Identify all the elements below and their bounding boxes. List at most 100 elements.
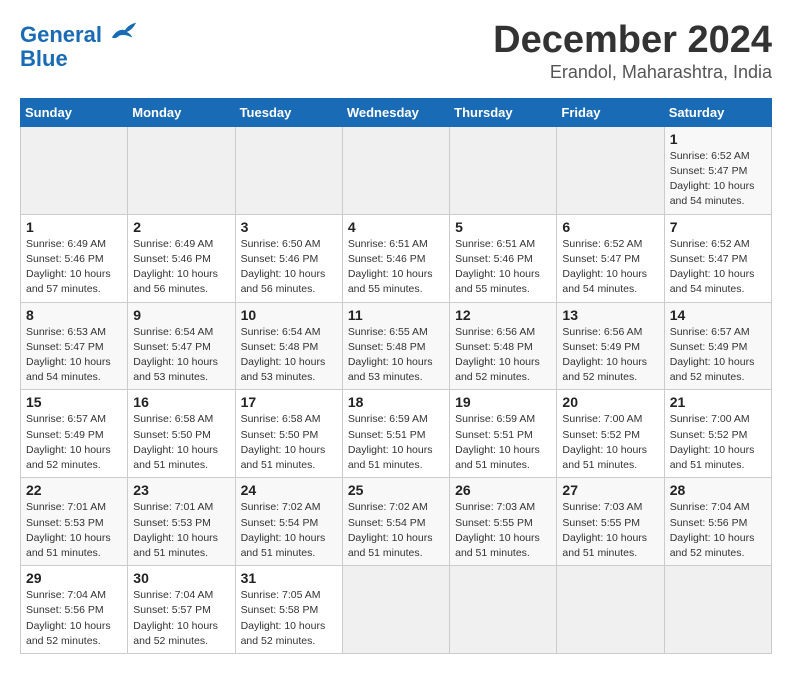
day-number: 30 (133, 570, 229, 586)
calendar-cell: 27Sunrise: 7:03 AMSunset: 5:55 PMDayligh… (557, 478, 664, 566)
day-number: 10 (241, 307, 337, 323)
day-header-monday: Monday (128, 98, 235, 126)
calendar-cell: 8Sunrise: 6:53 AMSunset: 5:47 PMDaylight… (21, 302, 128, 390)
calendar-cell: 25Sunrise: 7:02 AMSunset: 5:54 PMDayligh… (342, 478, 449, 566)
calendar-cell: 10Sunrise: 6:54 AMSunset: 5:48 PMDayligh… (235, 302, 342, 390)
calendar-cell (342, 126, 449, 214)
calendar-cell: 4Sunrise: 6:51 AMSunset: 5:46 PMDaylight… (342, 214, 449, 302)
day-number: 13 (562, 307, 658, 323)
calendar-header-row: SundayMondayTuesdayWednesdayThursdayFrid… (21, 98, 772, 126)
day-number: 11 (348, 307, 444, 323)
day-number: 29 (26, 570, 122, 586)
day-number: 1 (670, 131, 766, 147)
calendar-cell: 28 Sunrise: 7:04 AMSunset: 5:56 PMDayligh… (664, 478, 771, 566)
day-info: Sunrise: 7:00 AMSunset: 5:52 PMDaylight:… (670, 412, 766, 473)
calendar-cell: 14Sunrise: 6:57 AMSunset: 5:49 PMDayligh… (664, 302, 771, 390)
day-number: 28 (670, 482, 766, 498)
day-number: 8 (26, 307, 122, 323)
day-number: 15 (26, 394, 122, 410)
day-info: Sunrise: 6:51 AMSunset: 5:46 PMDaylight:… (348, 237, 444, 298)
calendar-cell: 22 Sunrise: 7:01 AMSunset: 5:53 PMDayligh… (21, 478, 128, 566)
calendar-cell: 11 Sunrise: 6:55 AMSunset: 5:48 PMDayligh… (342, 302, 449, 390)
day-number: 14 (670, 307, 766, 323)
day-info: Sunrise: 6:49 AMSunset: 5:46 PMDaylight:… (133, 237, 229, 298)
day-info: Sunrise: 7:04 AMSunset: 5:56 PMDaylight:… (670, 500, 766, 561)
calendar-cell (235, 126, 342, 214)
calendar-cell (450, 566, 557, 654)
calendar-cell: 5 Sunrise: 6:51 AMSunset: 5:46 PMDaylight… (450, 214, 557, 302)
day-info: Sunrise: 6:58 AMSunset: 5:50 PMDaylight:… (133, 412, 229, 473)
day-info: Sunrise: 6:49 AMSunset: 5:46 PMDaylight:… (26, 237, 122, 298)
day-number: 24 (241, 482, 337, 498)
day-number: 9 (133, 307, 229, 323)
day-number: 18 (348, 394, 444, 410)
calendar-week-6: 29 Sunrise: 7:04 AMSunset: 5:56 PMDayligh… (21, 566, 772, 654)
day-number: 17 (241, 394, 337, 410)
day-number: 5 (455, 219, 551, 235)
calendar-cell: 1Sunrise: 6:49 AMSunset: 5:46 PMDaylight… (21, 214, 128, 302)
day-info: Sunrise: 7:02 AMSunset: 5:54 PMDaylight:… (241, 500, 337, 561)
day-info: Sunrise: 7:04 AMSunset: 5:56 PMDaylight:… (26, 588, 122, 649)
day-info: Sunrise: 7:03 AMSunset: 5:55 PMDaylight:… (455, 500, 551, 561)
day-info: Sunrise: 7:03 AMSunset: 5:55 PMDaylight:… (562, 500, 658, 561)
day-number: 22 (26, 482, 122, 498)
day-info: Sunrise: 6:55 AMSunset: 5:48 PMDaylight:… (348, 325, 444, 386)
location-title: Erandol, Maharashtra, India (493, 62, 772, 83)
month-title: December 2024 (493, 20, 772, 62)
day-info: Sunrise: 7:01 AMSunset: 5:53 PMDaylight:… (26, 500, 122, 561)
calendar-week-5: 22 Sunrise: 7:01 AMSunset: 5:53 PMDayligh… (21, 478, 772, 566)
day-info: Sunrise: 7:05 AMSunset: 5:58 PMDaylight:… (241, 588, 337, 649)
day-number: 19 (455, 394, 551, 410)
calendar-cell: 2 Sunrise: 6:49 AMSunset: 5:46 PMDaylight… (128, 214, 235, 302)
calendar-week-3: 8Sunrise: 6:53 AMSunset: 5:47 PMDaylight… (21, 302, 772, 390)
day-number: 23 (133, 482, 229, 498)
day-info: Sunrise: 6:52 AMSunset: 5:47 PMDaylight:… (670, 237, 766, 298)
calendar-cell: 29 Sunrise: 7:04 AMSunset: 5:56 PMDayligh… (21, 566, 128, 654)
day-number: 21 (670, 394, 766, 410)
day-number: 7 (670, 219, 766, 235)
day-info: Sunrise: 6:54 AMSunset: 5:47 PMDaylight:… (133, 325, 229, 386)
logo-text: General (20, 20, 140, 47)
calendar-cell: 19 Sunrise: 6:59 AMSunset: 5:51 PMDayligh… (450, 390, 557, 478)
day-number: 3 (241, 219, 337, 235)
calendar-cell (557, 126, 664, 214)
day-number: 20 (562, 394, 658, 410)
day-header-sunday: Sunday (21, 98, 128, 126)
calendar-cell: 13 Sunrise: 6:56 AMSunset: 5:49 PMDayligh… (557, 302, 664, 390)
day-header-tuesday: Tuesday (235, 98, 342, 126)
calendar-cell: 26 Sunrise: 7:03 AMSunset: 5:55 PMDayligh… (450, 478, 557, 566)
day-header-thursday: Thursday (450, 98, 557, 126)
calendar-cell (342, 566, 449, 654)
day-number: 2 (133, 219, 229, 235)
day-number: 6 (562, 219, 658, 235)
day-info: Sunrise: 6:59 AMSunset: 5:51 PMDaylight:… (348, 412, 444, 473)
day-number: 12 (455, 307, 551, 323)
calendar-cell: 1Sunrise: 6:52 AMSunset: 5:47 PMDaylight… (664, 126, 771, 214)
day-info: Sunrise: 7:00 AMSunset: 5:52 PMDaylight:… (562, 412, 658, 473)
day-info: Sunrise: 6:50 AMSunset: 5:46 PMDaylight:… (241, 237, 337, 298)
calendar-cell: 17 Sunrise: 6:58 AMSunset: 5:50 PMDayligh… (235, 390, 342, 478)
calendar-cell: 6Sunrise: 6:52 AMSunset: 5:47 PMDaylight… (557, 214, 664, 302)
day-info: Sunrise: 6:56 AMSunset: 5:49 PMDaylight:… (562, 325, 658, 386)
day-info: Sunrise: 7:04 AMSunset: 5:57 PMDaylight:… (133, 588, 229, 649)
day-info: Sunrise: 6:58 AMSunset: 5:50 PMDaylight:… (241, 412, 337, 473)
day-header-saturday: Saturday (664, 98, 771, 126)
logo-bird-icon (110, 20, 138, 42)
calendar-cell: 20 Sunrise: 7:00 AMSunset: 5:52 PMDayligh… (557, 390, 664, 478)
day-number: 16 (133, 394, 229, 410)
calendar-cell: 15Sunrise: 6:57 AMSunset: 5:49 PMDayligh… (21, 390, 128, 478)
calendar-cell: 12Sunrise: 6:56 AMSunset: 5:48 PMDayligh… (450, 302, 557, 390)
day-info: Sunrise: 6:51 AMSunset: 5:46 PMDaylight:… (455, 237, 551, 298)
calendar-cell: 31Sunrise: 7:05 AMSunset: 5:58 PMDayligh… (235, 566, 342, 654)
calendar-week-2: 1Sunrise: 6:49 AMSunset: 5:46 PMDaylight… (21, 214, 772, 302)
logo-blue-text: Blue (20, 47, 140, 71)
day-header-friday: Friday (557, 98, 664, 126)
logo: General Blue (20, 20, 140, 71)
calendar-cell: 18 Sunrise: 6:59 AMSunset: 5:51 PMDayligh… (342, 390, 449, 478)
title-block: December 2024 Erandol, Maharashtra, Indi… (493, 20, 772, 83)
calendar-cell: 16 Sunrise: 6:58 AMSunset: 5:50 PMDayligh… (128, 390, 235, 478)
calendar-cell: 7 Sunrise: 6:52 AMSunset: 5:47 PMDaylight… (664, 214, 771, 302)
day-info: Sunrise: 6:59 AMSunset: 5:51 PMDaylight:… (455, 412, 551, 473)
day-number: 26 (455, 482, 551, 498)
calendar-cell: 24 Sunrise: 7:02 AMSunset: 5:54 PMDayligh… (235, 478, 342, 566)
